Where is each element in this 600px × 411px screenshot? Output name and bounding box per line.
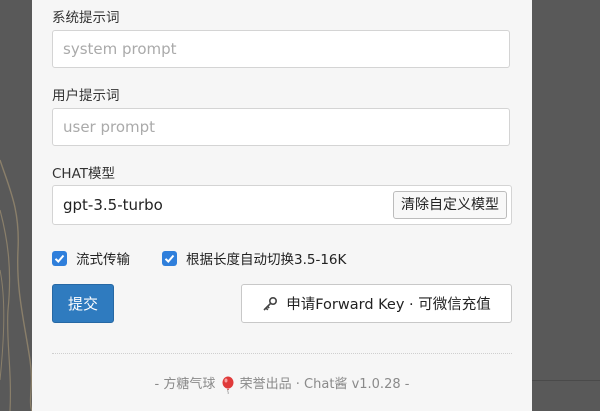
forward-key-label: 申请Forward Key · 可微信充值 [286, 297, 491, 313]
auto-switch-checkbox-label: 根据长度自动切换3.5-16K [186, 252, 347, 268]
chat-model-value: gpt-3.5-turbo [63, 196, 163, 214]
user-prompt-input[interactable] [52, 108, 510, 146]
submit-button[interactable]: 提交 [52, 284, 114, 323]
system-prompt-input[interactable] [52, 30, 510, 68]
footer-suffix: 荣誉出品 · Chat酱 v1.0.28 - [239, 377, 410, 392]
auto-switch-checkbox[interactable] [162, 250, 177, 266]
settings-panel: 系统提示词 用户提示词 CHAT模型 gpt-3.5-turbo 清除自定义模型… [32, 0, 532, 411]
footer-prefix: - 方糖气球 [154, 377, 216, 392]
auto-switch-checkbox-row[interactable]: 根据长度自动切换3.5-16K [162, 248, 346, 268]
key-icon [262, 296, 278, 312]
stream-checkbox-label: 流式传输 [76, 252, 130, 268]
stream-checkbox[interactable] [52, 250, 67, 266]
stream-checkbox-row[interactable]: 流式传输 [52, 248, 130, 268]
system-prompt-label: 系统提示词 [52, 10, 120, 26]
forward-key-button[interactable]: 申请Forward Key · 可微信充值 [241, 284, 512, 323]
balloon-icon [222, 376, 234, 394]
footer-divider [52, 353, 512, 354]
check-icon [164, 254, 175, 263]
chat-model-label: CHAT模型 [52, 166, 116, 182]
background-divider [532, 380, 600, 381]
footer: - 方糖气球 荣誉出品 · Chat酱 v1.0.28 - [32, 373, 532, 394]
clear-custom-model-button[interactable]: 清除自定义模型 [393, 191, 507, 219]
check-icon [54, 254, 65, 263]
chat-model-field[interactable]: gpt-3.5-turbo 清除自定义模型 [52, 185, 512, 225]
user-prompt-label: 用户提示词 [52, 88, 120, 104]
